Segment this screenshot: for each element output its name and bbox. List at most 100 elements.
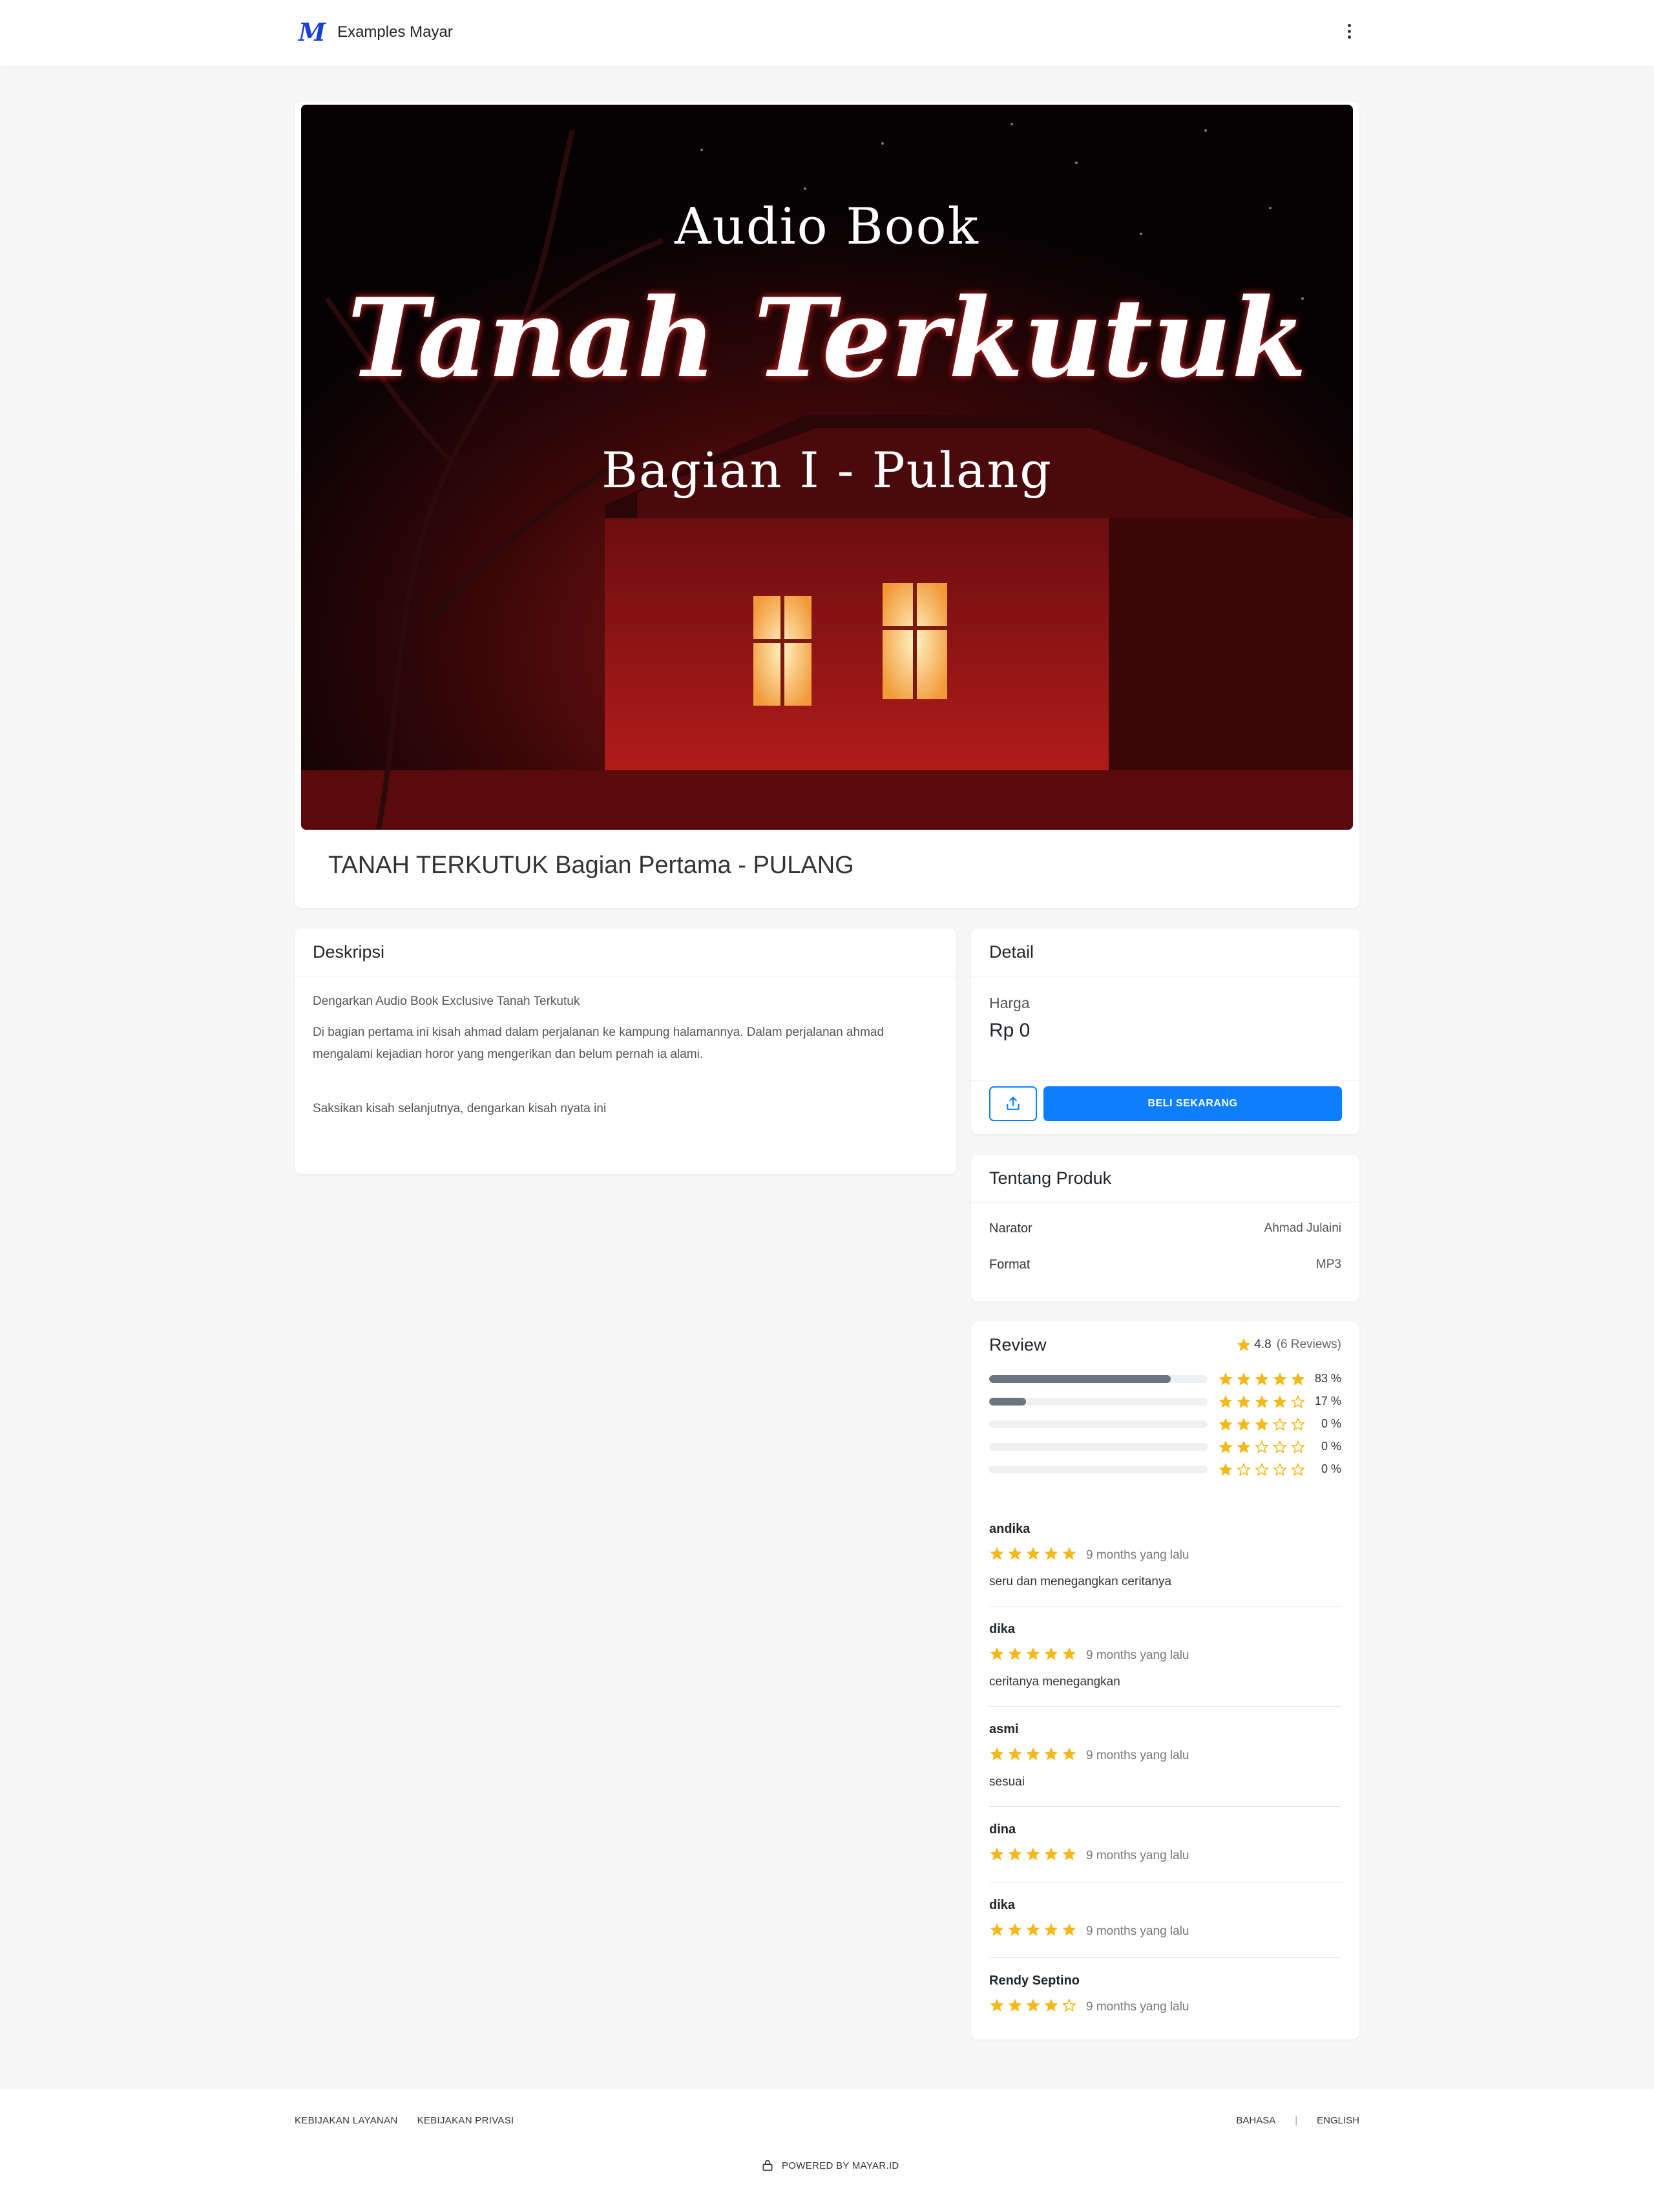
- review-item: andika 9 months yang lalu seru dan menegan…: [989, 1506, 1341, 1606]
- reviewer-name: andika: [989, 1522, 1031, 1536]
- star-filled-icon: [1026, 1647, 1040, 1660]
- privacy-link[interactable]: KEBIJAKAN PRIVASI: [417, 2115, 514, 2126]
- mayar-logo: M: [298, 17, 326, 47]
- distribution-bar: [989, 1420, 1208, 1428]
- star-filled-icon: [1255, 1395, 1269, 1408]
- distribution-percent: 0 %: [1321, 1462, 1341, 1475]
- star-filled-icon: [1026, 1848, 1040, 1860]
- star-empty-icon: [1290, 1417, 1306, 1431]
- rating-distribution: 83 % 17 % 0 % 0 % 0 %: [971, 1367, 1359, 1480]
- star-filled-icon: [1062, 1647, 1076, 1660]
- review-stars: [989, 1546, 1080, 1564]
- distribution-bar-fill: [989, 1375, 1171, 1383]
- star-filled-icon: [1273, 1372, 1287, 1385]
- top-navbar: M Examples Mayar: [0, 0, 1654, 66]
- distribution-stars: [1218, 1462, 1308, 1477]
- star-filled-icon: [1062, 1547, 1076, 1560]
- distribution-bar: [989, 1442, 1208, 1451]
- review-time: 9 months yang lalu: [1086, 1548, 1189, 1562]
- spec-value: MP3: [1315, 1258, 1341, 1271]
- spec-row-narrator: Narator Ahmad Julaini: [971, 1210, 1359, 1247]
- powered-by[interactable]: POWERED BY MAYAR.ID: [761, 2158, 899, 2173]
- star-empty-icon: [1290, 1439, 1306, 1453]
- star-filled-icon: [1008, 1547, 1022, 1560]
- star-filled-icon: [1026, 1547, 1040, 1560]
- star-empty-icon: [1236, 1462, 1251, 1476]
- distribution-bar-fill: [989, 1397, 1027, 1406]
- star-filled-icon: [990, 1923, 1004, 1936]
- star-icon: [1237, 1338, 1251, 1351]
- star-empty-icon: [1254, 1439, 1270, 1453]
- distribution-bar: [989, 1397, 1208, 1406]
- description-paragraph: Di bagian pertama ini kisah ahmad dalam …: [313, 1026, 885, 1061]
- brand[interactable]: M Examples Mayar: [298, 18, 453, 47]
- distribution-row: 17 %: [971, 1390, 1359, 1413]
- star-empty-icon: [1290, 1394, 1306, 1408]
- review-list: andika 9 months yang lalu seru dan menegan…: [971, 1506, 1359, 2033]
- terms-link[interactable]: KEBIJAKAN LAYANAN: [295, 2115, 398, 2126]
- brand-name: Examples Mayar: [337, 23, 453, 41]
- review-time: 9 months yang lalu: [1086, 1748, 1189, 1762]
- distribution-percent: 0 %: [1321, 1417, 1341, 1430]
- distribution-percent: 0 %: [1321, 1440, 1341, 1453]
- review-time: 9 months yang lalu: [1086, 1999, 1189, 2014]
- review-stars: [989, 1846, 1080, 1865]
- distribution-row: 0 %: [971, 1413, 1359, 1435]
- buy-now-button[interactable]: BELI SEKARANG: [1043, 1086, 1342, 1121]
- star-filled-icon: [1044, 1747, 1058, 1760]
- star-filled-icon: [1008, 1747, 1022, 1760]
- star-filled-icon: [1219, 1372, 1233, 1385]
- star-filled-icon: [1044, 1547, 1058, 1560]
- about-heading: Tentang Produk: [989, 1168, 1112, 1188]
- distribution-stars: [1218, 1439, 1308, 1455]
- review-text: ceritanya menegangkan: [989, 1675, 1120, 1689]
- star-filled-icon: [1219, 1462, 1233, 1476]
- reviewer-name: asmi: [989, 1722, 1019, 1736]
- review-stars: [989, 1746, 1080, 1765]
- star-filled-icon: [1219, 1440, 1233, 1453]
- star-empty-icon: [1272, 1462, 1288, 1476]
- star-filled-icon: [1237, 1395, 1251, 1408]
- divider: |: [1295, 2115, 1298, 2126]
- review-text: sesuai: [989, 1775, 1025, 1789]
- svg-text:Audio Book: Audio Book: [674, 198, 979, 256]
- star-filled-icon: [1062, 1848, 1076, 1860]
- powered-by-text: POWERED BY MAYAR.ID: [782, 2160, 899, 2171]
- star-filled-icon: [1008, 1923, 1022, 1936]
- review-card: Review 4.8 (6 Reviews) 83 % 17 % 0 % 0 % 0 %…: [971, 1322, 1359, 2039]
- distribution-row: 83 %: [971, 1367, 1359, 1390]
- distribution-row: 0 %: [971, 1458, 1359, 1480]
- product-hero-card: Audio Book Tanah Terkutuk Tanah Terkutuk…: [295, 102, 1359, 908]
- star-filled-icon: [990, 1647, 1004, 1660]
- review-item: asmi 9 months yang lalu sesuai: [989, 1707, 1341, 1807]
- share-button[interactable]: [989, 1086, 1037, 1121]
- distribution-stars: [1218, 1371, 1308, 1387]
- distribution-stars: [1218, 1394, 1308, 1409]
- distribution-row: 0 %: [971, 1435, 1359, 1458]
- spec-key: Narator: [989, 1221, 1032, 1236]
- star-filled-icon: [990, 1747, 1004, 1760]
- star-filled-icon: [1026, 1999, 1040, 2012]
- average-value: 4.8: [1254, 1338, 1272, 1351]
- svg-text:Bagian I - Pulang: Bagian I - Pulang: [602, 441, 1052, 499]
- reviewer-name: dina: [989, 1822, 1016, 1837]
- review-text: seru dan menegangkan ceritanya: [989, 1575, 1172, 1588]
- review-stars: [989, 1997, 1080, 2016]
- description-card: Deskripsi Dengarkan Audio Book Exclusive…: [295, 929, 956, 1174]
- star-filled-icon: [1044, 1848, 1058, 1860]
- review-item: dika 9 months yang lalu: [989, 1882, 1341, 1958]
- star-filled-icon: [1237, 1440, 1251, 1453]
- review-item: dina 9 months yang lalu: [989, 1807, 1341, 1882]
- lock-icon: [762, 2160, 773, 2171]
- star-filled-icon: [1219, 1417, 1233, 1431]
- star-empty-icon: [1254, 1462, 1270, 1476]
- detail-heading: Detail: [989, 942, 1034, 962]
- distribution-percent: 83 %: [1314, 1372, 1341, 1385]
- language-value[interactable]: ENGLISH: [1317, 2115, 1359, 2126]
- kebab-menu-icon[interactable]: [1344, 22, 1354, 44]
- review-time: 9 months yang lalu: [1086, 1648, 1189, 1662]
- description-paragraph: Saksikan kisah selanjutnya, dengarkan ki…: [313, 1102, 607, 1115]
- review-stars: [989, 1646, 1080, 1665]
- svg-text:Tanah Terkutuk: Tanah Terkutuk: [347, 274, 1306, 402]
- spec-row-format: Format MP3: [971, 1247, 1359, 1283]
